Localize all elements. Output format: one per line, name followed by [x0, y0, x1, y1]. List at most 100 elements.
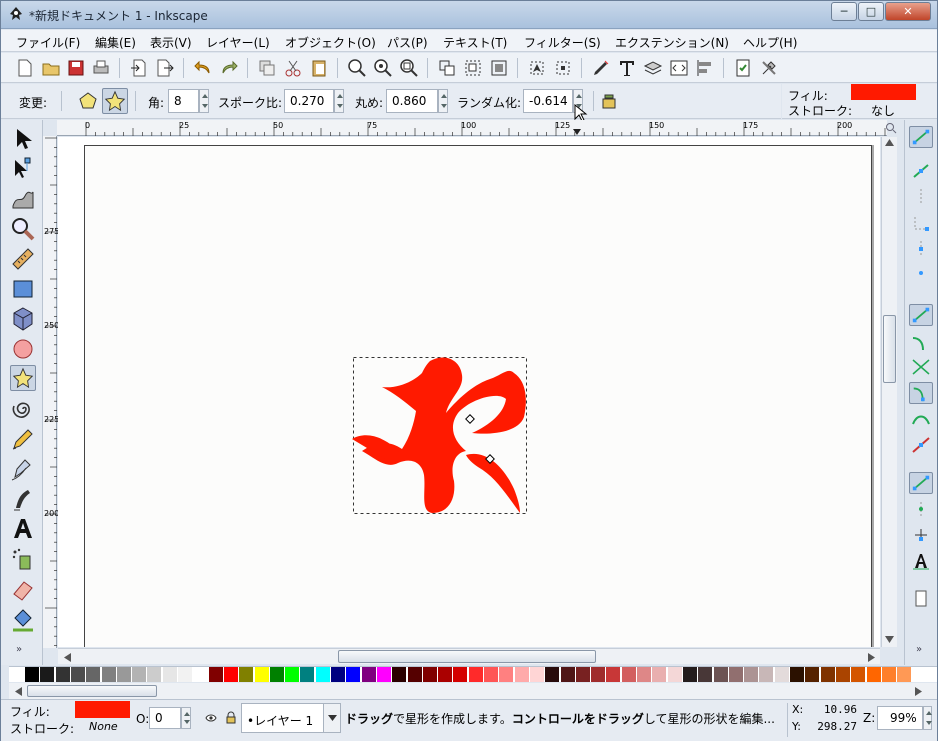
palette-swatch[interactable]	[514, 667, 529, 682]
layers-icon[interactable]	[643, 58, 663, 78]
palette-swatch[interactable]	[376, 667, 391, 682]
scroll-up-icon[interactable]	[885, 139, 894, 146]
opacity-input[interactable]: 0	[149, 707, 181, 729]
measure-ruler-icon[interactable]	[10, 246, 36, 272]
drawing-canvas[interactable]	[58, 137, 880, 647]
random-star-shape[interactable]	[352, 357, 526, 513]
palette-swatch[interactable]	[315, 667, 330, 682]
reset-defaults-icon[interactable]	[599, 91, 619, 111]
snap-bbox-center-icon[interactable]	[909, 262, 933, 284]
palette-swatch[interactable]	[560, 667, 575, 682]
close-button[interactable]: ✕	[885, 2, 931, 21]
horizontal-scroll-thumb[interactable]	[338, 650, 596, 663]
export-icon[interactable]	[155, 58, 175, 78]
snap-rotation-center-icon[interactable]	[909, 524, 933, 546]
star-mode-icon[interactable]	[102, 88, 128, 114]
new-document-icon[interactable]	[15, 58, 35, 78]
transform-icon[interactable]	[553, 58, 573, 78]
snap-enable-icon[interactable]	[909, 126, 933, 148]
palette-scroll-left-icon[interactable]	[15, 687, 22, 696]
palette-swatch[interactable]	[468, 667, 483, 682]
palette-swatch[interactable]	[223, 667, 238, 682]
palette-swatch[interactable]	[392, 667, 407, 682]
palette-swatch[interactable]	[897, 667, 912, 682]
eraser-icon[interactable]	[10, 576, 36, 602]
menu-object[interactable]: オブジェクト(O)	[285, 34, 376, 51]
zoom-page-icon[interactable]	[399, 58, 419, 78]
palette-swatch[interactable]	[591, 667, 606, 682]
text-tool-icon[interactable]	[10, 516, 36, 542]
menu-edit[interactable]: 編集(E)	[95, 34, 136, 51]
snap-nodes-icon[interactable]	[909, 304, 933, 326]
fill-color-swatch[interactable]	[851, 84, 916, 100]
palette-swatch[interactable]	[254, 667, 269, 682]
palette-swatch[interactable]	[667, 667, 682, 682]
snap-intersection-icon[interactable]	[909, 356, 933, 378]
open-folder-icon[interactable]	[41, 58, 61, 78]
document-properties-icon[interactable]	[733, 58, 753, 78]
zoom-corner-icon[interactable]	[885, 122, 897, 134]
zoom-magnifier-icon[interactable]	[10, 216, 36, 242]
palette-swatch[interactable]	[881, 667, 896, 682]
palette-swatch[interactable]	[713, 667, 728, 682]
menu-file[interactable]: ファイル(F)	[16, 34, 80, 51]
palette-swatch[interactable]	[438, 667, 453, 682]
vertical-scroll-thumb[interactable]	[883, 315, 896, 383]
palette-swatch[interactable]	[147, 667, 162, 682]
snap-smooth-nodes-icon[interactable]	[909, 408, 933, 430]
palette-swatch[interactable]	[529, 667, 544, 682]
palette-swatch[interactable]	[728, 667, 743, 682]
snap-page-border-icon[interactable]	[909, 588, 933, 610]
node-select-icon[interactable]	[527, 58, 547, 78]
zoom-spinner[interactable]	[923, 706, 932, 730]
palette-swatch[interactable]	[453, 667, 468, 682]
palette-swatch[interactable]	[652, 667, 667, 682]
palette-swatch[interactable]	[820, 667, 835, 682]
palette-swatch[interactable]	[682, 667, 697, 682]
opacity-spinner[interactable]	[181, 707, 191, 729]
palette-swatch[interactable]	[178, 667, 192, 682]
snap-others-icon[interactable]	[909, 472, 933, 494]
palette-swatch[interactable]	[70, 667, 85, 682]
snap-paths-icon[interactable]	[909, 330, 933, 352]
calligraphy-icon[interactable]	[10, 486, 36, 512]
snap-bbox-edge-icon[interactable]	[909, 186, 933, 208]
palette-swatch[interactable]	[866, 667, 881, 682]
palette-swatch[interactable]	[484, 667, 498, 682]
fill-stroke-icon[interactable]	[591, 58, 611, 78]
palette-swatch[interactable]	[637, 667, 651, 682]
palette-swatch[interactable]	[851, 667, 866, 682]
palette-swatch[interactable]	[575, 667, 590, 682]
bezier-pen-icon[interactable]	[10, 456, 36, 482]
palette-swatch[interactable]	[744, 667, 759, 682]
scroll-right-icon[interactable]	[868, 653, 875, 662]
palette-swatch[interactable]	[132, 667, 147, 682]
menu-extensions[interactable]: エクステンション(N)	[615, 34, 729, 51]
spiral-icon[interactable]	[10, 396, 36, 422]
group-icon[interactable]	[437, 58, 457, 78]
preferences-icon[interactable]	[759, 58, 779, 78]
ellipse-icon[interactable]	[10, 336, 36, 362]
palette-swatch[interactable]	[545, 667, 560, 682]
palette-swatch[interactable]	[499, 667, 514, 682]
spray-icon[interactable]	[10, 546, 36, 572]
corners-input[interactable]: 8	[168, 89, 199, 113]
maximize-button[interactable]: □	[858, 2, 884, 21]
menu-path[interactable]: パス(P)	[387, 34, 428, 51]
palette-scroll-thumb[interactable]	[27, 685, 157, 697]
duplicate-icon[interactable]	[257, 58, 277, 78]
snapbar-more-icon[interactable]: »	[916, 644, 922, 655]
palette-swatch[interactable]	[285, 667, 300, 682]
node-edit-icon[interactable]	[10, 156, 36, 182]
cut-icon[interactable]	[283, 58, 303, 78]
palette-swatch[interactable]	[346, 667, 361, 682]
scroll-down-icon[interactable]	[885, 636, 894, 643]
palette-swatch[interactable]	[40, 667, 55, 682]
spoke-ratio-spinner[interactable]	[334, 89, 344, 113]
menu-text[interactable]: テキスト(T)	[443, 34, 507, 51]
print-icon[interactable]	[91, 58, 111, 78]
palette-swatch[interactable]	[774, 667, 789, 682]
snap-cusp-nodes-icon[interactable]	[909, 382, 933, 404]
rectangle-icon[interactable]	[10, 276, 36, 302]
palette-swatch[interactable]	[759, 667, 774, 682]
